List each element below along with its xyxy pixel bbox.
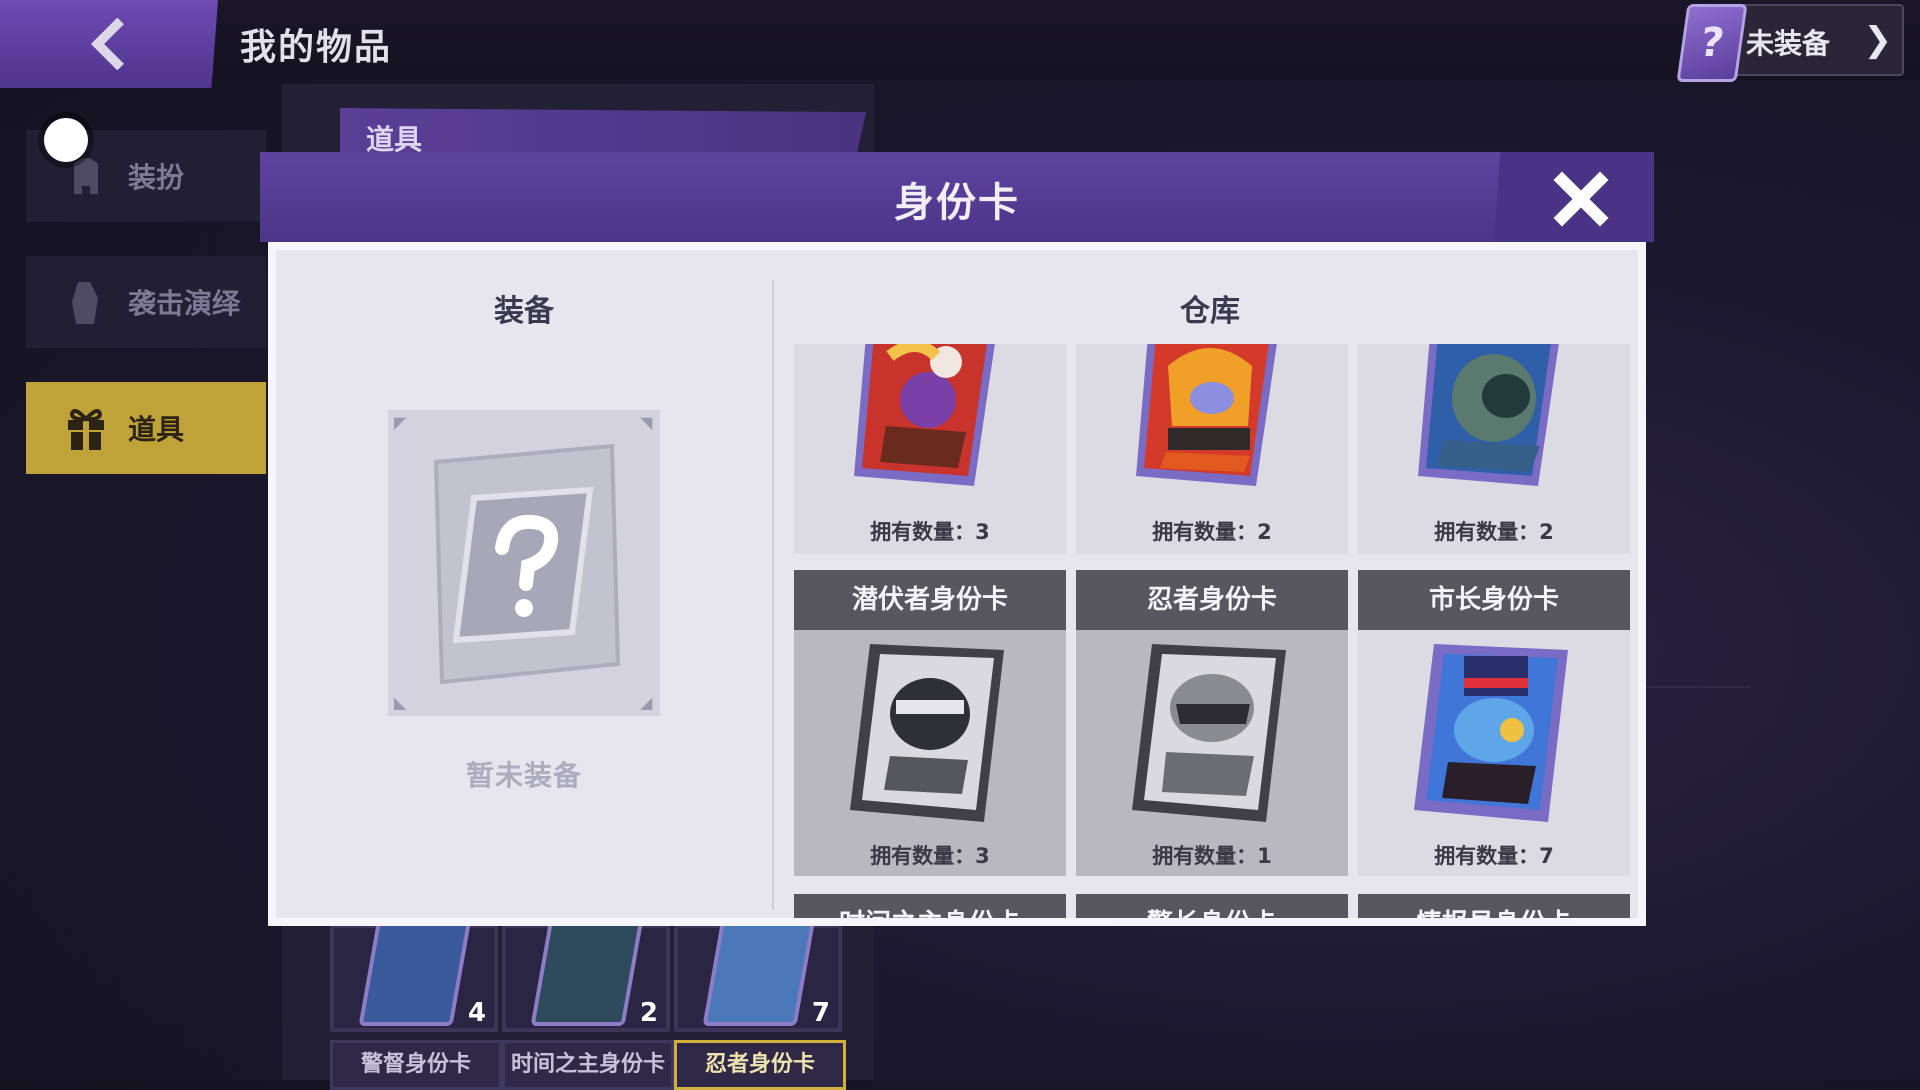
card-count-label: 拥有数量：2: [1152, 520, 1272, 544]
page-title: 我的物品: [240, 27, 393, 68]
identity-card-cell[interactable]: 潜伏者身份卡 拥有数量：3: [794, 570, 1066, 876]
card-count: 7: [811, 998, 830, 1028]
inventory-card[interactable]: 7: [674, 918, 842, 1032]
section-divider: [772, 280, 774, 910]
corner-mark: ◣: [394, 693, 407, 712]
empty-equip-slot[interactable]: ◤ ◥ ◣ ◢: [388, 410, 660, 716]
sidebar-item-label: 装扮: [128, 161, 185, 194]
gift-icon: [56, 398, 116, 458]
top-bar: 我的物品 ? 未装备 ❯: [0, 0, 1920, 88]
card-count-label: 拥有数量：3: [870, 844, 990, 868]
locked-card-image: [850, 644, 1004, 822]
modal-body: 装备 ◤ ◥ ◣ ◢ 暂未装备 仓库 拥有数量：3 拥有数量：2 拥有数量：2 …: [268, 242, 1646, 926]
equip-status-label: 未装备: [1746, 27, 1831, 60]
identity-card-cell[interactable]: 拥有数量：2: [1076, 344, 1348, 554]
identity-card-cell[interactable]: 市长身份卡 拥有数量：7: [1358, 570, 1630, 876]
identity-card-cell[interactable]: 拥有数量：2: [1358, 344, 1630, 554]
identity-card-cell[interactable]: 拥有数量：3: [794, 344, 1066, 554]
character-card-image: [1136, 344, 1277, 486]
card-count-label: 拥有数量：1: [1152, 844, 1272, 868]
card-name: 忍者身份卡: [1076, 570, 1348, 630]
card-count-label: 拥有数量：2: [1434, 520, 1554, 544]
touch-indicator: [44, 118, 88, 162]
attack-icon: [56, 272, 116, 332]
identity-card-cell[interactable]: 时间之主身份卡: [794, 894, 1066, 918]
card-name-label: 时间之主身份卡: [502, 1040, 674, 1090]
sidebar-item-label: 道具: [128, 413, 185, 446]
close-icon[interactable]: [1552, 170, 1610, 228]
corner-mark: ◥: [640, 413, 653, 432]
identity-card-icon: ?: [1676, 4, 1748, 82]
inventory-card[interactable]: 4: [330, 918, 498, 1032]
inventory-card[interactable]: 2: [502, 918, 670, 1032]
card-name: 情报员身份卡: [1358, 894, 1630, 918]
chevron-left-icon: [90, 18, 124, 70]
card-name: 时间之主身份卡: [794, 894, 1066, 918]
card-count-label: 拥有数量：7: [1434, 844, 1554, 868]
back-button[interactable]: [0, 0, 218, 88]
card-thumbnail: [702, 918, 816, 1026]
equip-section-title: 装备: [494, 294, 554, 329]
card-name: 潜伏者身份卡: [794, 570, 1066, 630]
chevron-right-icon: ❯: [1863, 20, 1893, 60]
corner-mark: ◢: [640, 693, 653, 712]
card-count: 2: [639, 998, 658, 1028]
card-thumbnail: [530, 918, 644, 1026]
card-name: 警长身份卡: [1076, 894, 1348, 918]
sidebar-item-label: 袭击演绎: [128, 287, 241, 320]
locked-card-image: [1132, 644, 1286, 822]
modal-header: 身份卡: [260, 152, 1654, 242]
card-name-label: 忍者身份卡: [674, 1040, 846, 1090]
card-count: 4: [467, 998, 486, 1028]
card-thumbnail: [358, 918, 472, 1026]
corner-mark: ◤: [394, 413, 407, 432]
equip-status-button[interactable]: ? 未装备 ❯: [1676, 4, 1904, 82]
card-name-label: 警督身份卡: [330, 1040, 502, 1090]
modal-title: 身份卡: [894, 180, 1020, 226]
character-card-image: [1414, 644, 1568, 822]
identity-card-cell[interactable]: 情报员身份卡: [1358, 894, 1630, 918]
unknown-card-icon: [433, 443, 621, 685]
warehouse-section-title: 仓库: [1180, 294, 1240, 329]
identity-card-cell[interactable]: 警长身份卡: [1076, 894, 1348, 918]
sidebar-item-props[interactable]: 道具: [26, 382, 266, 474]
identity-card-cell[interactable]: 忍者身份卡 拥有数量：1: [1076, 570, 1348, 876]
character-card-image: [854, 344, 995, 486]
character-card-image: [1418, 344, 1559, 486]
sidebar-item-attack[interactable]: 袭击演绎: [26, 256, 266, 348]
card-count-label: 拥有数量：3: [870, 520, 990, 544]
card-name: 市长身份卡: [1358, 570, 1630, 630]
empty-equip-text: 暂未装备: [465, 759, 582, 792]
